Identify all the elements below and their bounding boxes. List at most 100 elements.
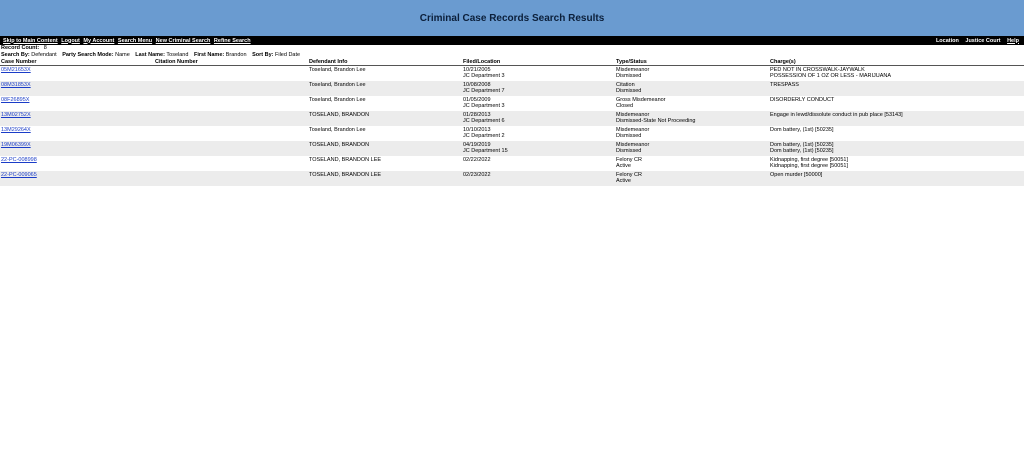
case-number-link[interactable]: 13M29264X [1, 127, 31, 133]
case-number-cell: 08F26895X [0, 96, 154, 111]
filed-location-cell: 02/23/2022 [462, 171, 615, 186]
case-number-cell: 22-PC-008998 [0, 156, 154, 171]
case-number-link[interactable]: 08M31853X [1, 82, 31, 88]
defendant-info-cell: TOSELAND, BRANDON [308, 111, 462, 126]
last-name-value: Toseland [166, 51, 189, 58]
filed-location-cell: 02/22/2022 [462, 156, 615, 171]
refine-search-link[interactable]: Refine Search [214, 38, 251, 44]
type-status-line: Dismissed [616, 88, 642, 94]
filed-location-line: JC Department 15 [463, 148, 508, 154]
charges-cell: Open murder [50000] [769, 171, 1024, 186]
case-number-cell: 08M31853X [0, 81, 154, 96]
case-number-link[interactable]: 22-PC-009065 [1, 172, 37, 178]
new-criminal-search-link[interactable]: New Criminal Search [156, 38, 211, 44]
case-number-link[interactable]: 05M21653X [1, 67, 31, 73]
results-table: Case Number Citation Number Defendant In… [0, 58, 1024, 186]
last-name-label: Last Name: [135, 51, 165, 58]
charges-cell: Dom battery, (1st) [50235] [769, 126, 1024, 141]
filed-location-line: 02/23/2022 [463, 172, 491, 178]
defendant-info-cell: Toseland, Brandon Lee [308, 65, 462, 81]
party-mode-value: Name [115, 51, 130, 58]
filed-location-cell: 10/21/2005 JC Department 3 [462, 65, 615, 81]
type-status-cell: Misdemeanor Dismissed [615, 141, 769, 156]
type-status-line: Dismissed [616, 148, 642, 154]
results-body: 05M21653X Toseland, Brandon Lee 10/21/2005… [0, 65, 1024, 186]
skip-to-main-link[interactable]: Skip to Main Content [3, 38, 58, 44]
type-status-cell: Gross Misdemeanor Closed [615, 96, 769, 111]
case-number-link[interactable]: 22-PC-008998 [1, 157, 37, 163]
type-status-line: Dismissed [616, 73, 642, 79]
filed-location-cell: 10/08/2008 JC Department 7 [462, 81, 615, 96]
defendant-info-cell: Toseland, Brandon Lee [308, 96, 462, 111]
case-number-cell: 22-PC-009065 [0, 171, 154, 186]
case-number-cell: 13M29264X [0, 126, 154, 141]
defendant-info-cell: TOSELAND, BRANDON LEE [308, 171, 462, 186]
col-header-citation-number[interactable]: Citation Number [154, 58, 308, 66]
table-row: 05M21653X Toseland, Brandon Lee 10/21/2005… [0, 65, 1024, 81]
citation-number-cell [154, 141, 308, 156]
table-header-row: Case Number Citation Number Defendant In… [0, 58, 1024, 66]
party-mode-label: Party Search Mode: [62, 51, 114, 58]
filed-location-cell: 04/19/2019 JC Department 15 [462, 141, 615, 156]
col-header-filed-location[interactable]: Filed/Location [462, 58, 615, 66]
charges-cell: TRESPASS [769, 81, 1024, 96]
search-by-value: Defendant [31, 51, 57, 58]
first-name-value: Brandon [225, 51, 247, 58]
case-number-link[interactable]: 19M06399X [1, 142, 31, 148]
case-number-cell: 05M21653X [0, 65, 154, 81]
my-account-link[interactable]: My Account [83, 38, 114, 44]
type-status-cell: Misdemeanor Dismissed-State Not Proceedin… [615, 111, 769, 126]
table-row: 08M31853X Toseland, Brandon Lee 10/08/2008… [0, 81, 1024, 96]
type-status-cell: Felony CR Active [615, 171, 769, 186]
citation-number-cell [154, 171, 308, 186]
type-status-cell: Felony CR Active [615, 156, 769, 171]
table-row: 19M06399X TOSELAND, BRANDON 04/19/2019 JC D… [0, 141, 1024, 156]
filed-location-line: JC Department 2 [463, 133, 505, 139]
table-row: 22-PC-008998 TOSELAND, BRANDON LEE 02/22/2… [0, 156, 1024, 171]
filed-location-line: JC Department 6 [463, 118, 505, 124]
filed-location-line: JC Department 3 [463, 73, 505, 79]
location-value: Justice Court [965, 37, 1001, 44]
nav-right: Location Justice Court Help [931, 38, 1021, 44]
filed-location-line: JC Department 3 [463, 103, 505, 109]
record-count-value: 8 [43, 45, 47, 51]
charge-line: POSSESSION OF 1 OZ OR LESS - MARIJUANA [770, 73, 892, 79]
type-status-line: Dismissed [616, 133, 642, 139]
search-menu-link[interactable]: Search Menu [118, 38, 152, 44]
col-header-defendant-info[interactable]: Defendant Info [308, 58, 462, 66]
charges-cell: Dom battery, (1st) [50235] Dom battery, (… [769, 141, 1024, 156]
defendant-info-cell: TOSELAND, BRANDON [308, 141, 462, 156]
case-number-link[interactable]: 13M02752X [1, 112, 31, 118]
record-count-label: Record Count: [1, 45, 40, 51]
col-header-charges[interactable]: Charge(s) [769, 58, 1024, 66]
logout-link[interactable]: Logout [61, 38, 80, 44]
defendant-info-cell: TOSELAND, BRANDON LEE [308, 156, 462, 171]
filed-location-cell: 10/10/2013 JC Department 2 [462, 126, 615, 141]
location-label: Location [935, 37, 959, 44]
table-row: 13M02752X TOSELAND, BRANDON 01/28/2013 JC D… [0, 111, 1024, 126]
table-row: 08F26895X Toseland, Brandon Lee 01/05/2009… [0, 96, 1024, 111]
defendant-info-cell: Toseland, Brandon Lee [308, 81, 462, 96]
case-number-link[interactable]: 08F26895X [1, 97, 29, 103]
type-status-cell: Misdemeanor Dismissed [615, 65, 769, 81]
charge-line: Dom battery, (1st) [50235] [770, 148, 834, 154]
col-header-type-status[interactable]: Type/Status [615, 58, 769, 66]
help-link[interactable]: Help [1007, 38, 1019, 44]
search-by-label: Search By: [1, 51, 30, 58]
case-number-cell: 13M02752X [0, 111, 154, 126]
first-name-label: First Name: [193, 51, 225, 58]
filed-location-cell: 01/28/2013 JC Department 6 [462, 111, 615, 126]
charges-cell: PED NOT IN CROSSWALK-JAYWALK POSSESSION O… [769, 65, 1024, 81]
col-header-case-number[interactable]: Case Number [0, 58, 154, 66]
table-row: 13M29264X Toseland, Brandon Lee 10/10/2013… [0, 126, 1024, 141]
title-bar: Criminal Case Records Search Results [0, 0, 1024, 36]
charge-line: Kidnapping, first degree [50051] [770, 163, 848, 169]
charge-line: Dom battery, (1st) [50235] [770, 127, 834, 133]
filed-location-line: 02/22/2022 [463, 157, 491, 163]
filed-location-cell: 01/05/2009 JC Department 3 [462, 96, 615, 111]
charges-cell: DISORDERLY CONDUCT [769, 96, 1024, 111]
nav-bar: Skip to Main Content Logout My Account S… [0, 36, 1024, 45]
search-summary: Record Count: 8 Search By: Defendant Par… [0, 45, 1024, 58]
charge-line: Engage in lewd/dissolute conduct in pub … [770, 112, 903, 118]
charges-cell: Kidnapping, first degree [50051] Kidnappi… [769, 156, 1024, 171]
